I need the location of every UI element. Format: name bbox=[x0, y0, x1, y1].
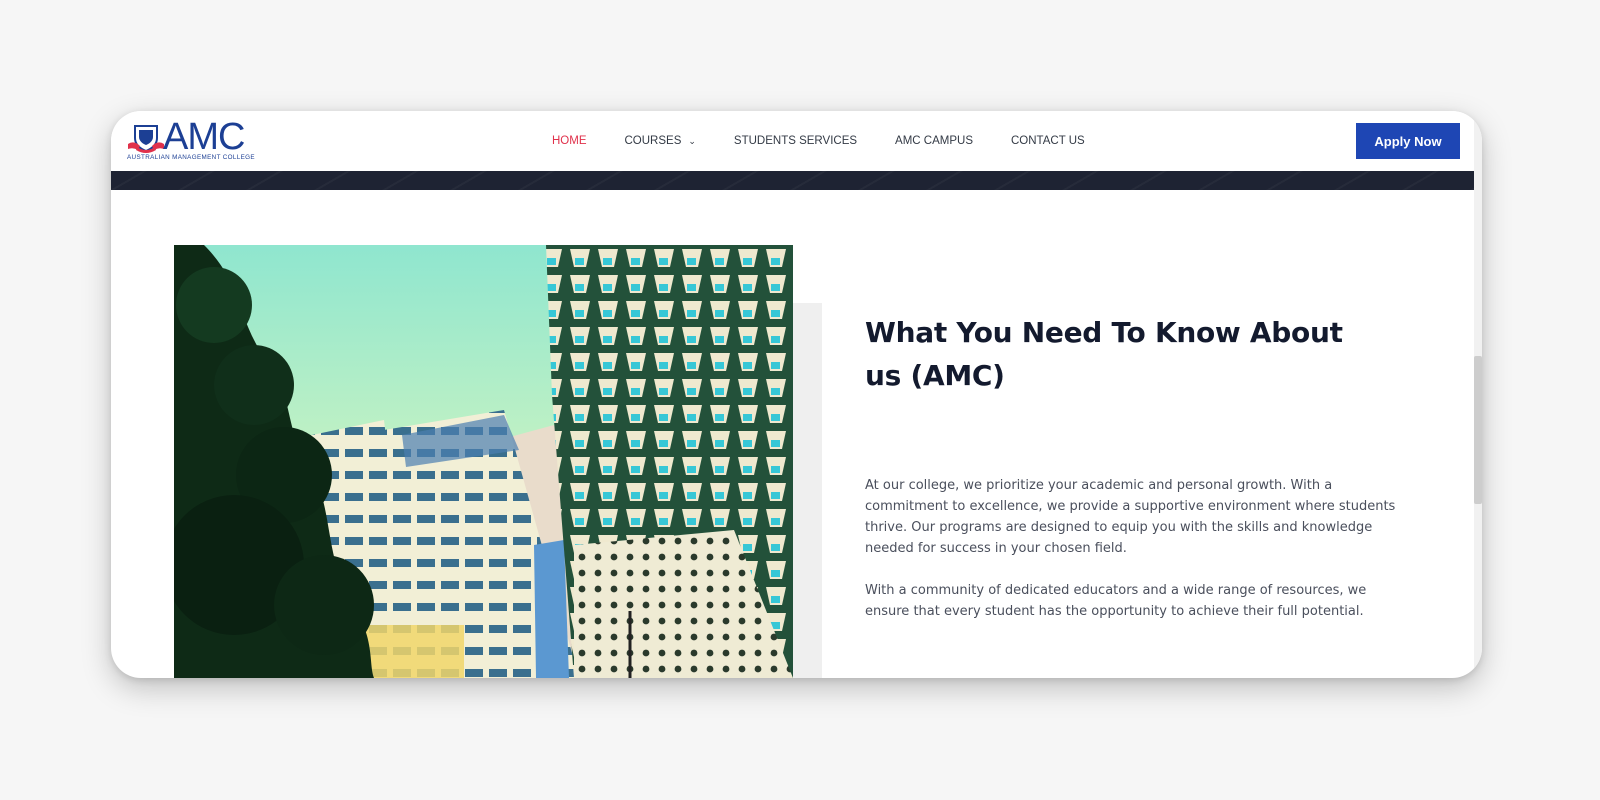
nav-contact-us[interactable]: CONTACT US bbox=[1011, 135, 1085, 147]
nav-courses[interactable]: COURSES ⌄ bbox=[625, 135, 696, 147]
nav-home[interactable]: HOME bbox=[552, 135, 587, 147]
logo-wordmark: AMC bbox=[163, 116, 245, 158]
hero-band bbox=[111, 171, 1474, 190]
nav-home-label: HOME bbox=[552, 135, 587, 147]
nav-courses-label: COURSES bbox=[624, 135, 682, 147]
campus-buildings-image bbox=[174, 245, 793, 678]
crest-icon bbox=[128, 125, 164, 153]
apply-now-button[interactable]: Apply Now bbox=[1356, 123, 1460, 159]
about-paragraph-2: With a community of dedicated educators … bbox=[865, 583, 1367, 619]
site-header: AMC AUSTRALIAN MANAGEMENT COLLEGE HOME C… bbox=[111, 111, 1474, 171]
nav-students-services-label: STUDENTS SERVICES bbox=[733, 135, 858, 147]
chevron-down-icon: ⌄ bbox=[688, 135, 696, 146]
image-accent-block bbox=[793, 303, 822, 678]
amc-logo[interactable]: AMC AUSTRALIAN MANAGEMENT COLLEGE bbox=[127, 116, 255, 164]
nav-amc-campus-label: AMC CAMPUS bbox=[895, 135, 973, 147]
campus-photo-illustration bbox=[174, 245, 793, 678]
nav-contact-us-label: CONTACT US bbox=[1011, 135, 1085, 147]
scrollbar-track[interactable] bbox=[1474, 111, 1482, 678]
browser-window: AMC AUSTRALIAN MANAGEMENT COLLEGE HOME C… bbox=[111, 111, 1482, 678]
scrollbar-thumb[interactable] bbox=[1474, 356, 1482, 504]
about-paragraph-1: At our college, we prioritize your acade… bbox=[865, 478, 1396, 556]
main-navigation: HOME COURSES ⌄ STUDENTS SERVICES AMC CAM… bbox=[552, 111, 1123, 171]
nav-amc-campus[interactable]: AMC CAMPUS bbox=[895, 135, 973, 147]
logo-subtitle: AUSTRALIAN MANAGEMENT COLLEGE bbox=[127, 154, 255, 161]
nav-students-services[interactable]: STUDENTS SERVICES bbox=[734, 135, 857, 147]
about-heading: What You Need To Know About us (AMC) bbox=[865, 316, 1343, 392]
